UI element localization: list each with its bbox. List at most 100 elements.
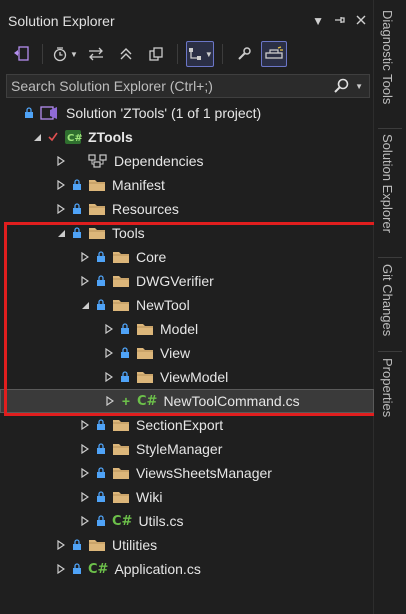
lock-icon: [97, 467, 105, 478]
tree-item[interactable]: Resources: [0, 197, 374, 221]
expand-toggle[interactable]: [104, 324, 114, 334]
tree-item-icon: [112, 490, 130, 504]
switch-views-icon: [14, 46, 29, 61]
expand-toggle[interactable]: [80, 252, 90, 262]
collapse-toggle[interactable]: [80, 300, 90, 310]
pending-changes-filter-button[interactable]: ▼: [51, 41, 79, 67]
tree-item[interactable]: C# ZTools: [0, 125, 374, 149]
lock-icon: [25, 107, 33, 118]
tree-item[interactable]: Wiki: [0, 485, 374, 509]
collapse-toggle[interactable]: [32, 132, 42, 142]
show-all-files-button[interactable]: [143, 41, 169, 67]
csharp-project-icon: C#: [65, 130, 82, 144]
tab-diagnostic-tools[interactable]: Diagnostic Tools: [380, 10, 395, 104]
folder-icon: [137, 372, 153, 383]
tree-item-icon: [112, 442, 130, 456]
search-options-chevron-icon[interactable]: ▼: [355, 82, 363, 91]
preview-icon: [265, 46, 283, 59]
side-tab-strip: Diagnostic Tools Solution Explorer Git C…: [374, 0, 406, 614]
tab-solution-explorer[interactable]: Solution Explorer: [380, 134, 395, 233]
tree-item[interactable]: View: [0, 341, 374, 365]
tree-item[interactable]: DWGVerifier: [0, 269, 374, 293]
tree-item[interactable]: Solution 'ZTools' (1 of 1 project): [0, 101, 374, 125]
sync-with-active-document-button[interactable]: [83, 41, 109, 67]
tree-item-label: NewTool: [136, 297, 190, 313]
folder-icon: [113, 492, 129, 503]
tree-item[interactable]: C# Utils.cs: [0, 509, 374, 533]
tree-item[interactable]: ViewsSheetsManager: [0, 461, 374, 485]
solution-explorer-panel: Solution Explorer ▼ ▼ ▼ Search Solution …: [0, 0, 374, 614]
tree-item-icon: [40, 105, 60, 121]
tree-item-icon: [88, 154, 108, 168]
panel-title: Solution Explorer: [8, 13, 115, 29]
source-control-status: [118, 323, 132, 335]
source-control-status: [94, 443, 108, 455]
expand-toggle[interactable]: [80, 516, 90, 526]
tree-item[interactable]: + C# NewToolCommand.cs: [0, 389, 374, 413]
expand-toggle[interactable]: [104, 372, 114, 382]
expand-toggle[interactable]: [56, 204, 66, 214]
tree-item-label: Core: [136, 249, 167, 265]
tree-item-label: Dependencies: [114, 153, 204, 169]
search-input[interactable]: Search Solution Explorer (Ctrl+;): [7, 78, 333, 94]
track-active-item-button[interactable]: ▼: [185, 41, 214, 67]
properties-button[interactable]: [231, 41, 257, 67]
source-control-status: [94, 299, 108, 311]
tree-item[interactable]: Manifest: [0, 173, 374, 197]
chevron-down-icon[interactable]: ▼: [70, 50, 78, 59]
expand-toggle[interactable]: [56, 180, 66, 190]
tree-item[interactable]: SectionExport: [0, 413, 374, 437]
chevron-down-icon[interactable]: ▼: [205, 50, 213, 59]
switch-views-button[interactable]: [8, 41, 34, 67]
folder-icon: [113, 276, 129, 287]
tree-item[interactable]: Dependencies: [0, 149, 374, 173]
tree-item[interactable]: Model: [0, 317, 374, 341]
expand-toggle[interactable]: [104, 348, 114, 358]
folder-icon: [89, 180, 105, 191]
lock-icon: [73, 179, 81, 190]
expand-toggle[interactable]: [56, 540, 66, 550]
tree-item-label: Resources: [112, 201, 179, 217]
lock-icon: [121, 347, 129, 358]
tree-item[interactable]: NewTool: [0, 293, 374, 317]
tree-item[interactable]: Utilities: [0, 533, 374, 557]
tree-item-icon: [112, 298, 130, 312]
solution-icon: [40, 106, 57, 120]
preview-selected-items-button[interactable]: [260, 41, 287, 67]
expand-arrow-icon: [81, 468, 89, 478]
collapse-toggle[interactable]: [56, 228, 66, 238]
csharp-file-icon: C#: [112, 513, 133, 529]
window-position-dropdown-icon[interactable]: ▼: [312, 15, 324, 27]
search-icon[interactable]: [333, 78, 349, 94]
tree-item-label: ViewModel: [160, 369, 229, 385]
pin-icon[interactable]: [334, 14, 346, 28]
expand-toggle[interactable]: [56, 564, 66, 574]
expand-toggle[interactable]: [80, 444, 90, 454]
tree-item[interactable]: Core: [0, 245, 374, 269]
tab-git-changes[interactable]: Git Changes: [380, 264, 395, 336]
expand-arrow-icon: [57, 564, 65, 574]
tree-item[interactable]: C# Application.cs: [0, 557, 374, 581]
tree-item-icon: C#: [112, 514, 132, 529]
expand-toggle[interactable]: [105, 396, 115, 406]
tree-item-label: SectionExport: [136, 417, 224, 433]
tree-item[interactable]: Tools: [0, 221, 374, 245]
tree-item-label: Utilities: [112, 537, 158, 553]
dependencies-icon: [88, 154, 107, 168]
tree-item[interactable]: ViewModel: [0, 365, 374, 389]
expand-toggle[interactable]: [80, 492, 90, 502]
wrench-icon: [238, 47, 251, 60]
expand-toggle[interactable]: [80, 468, 90, 478]
lock-icon: [121, 323, 129, 334]
tab-properties[interactable]: Properties: [380, 358, 395, 417]
search-box[interactable]: Search Solution Explorer (Ctrl+;) ▼: [6, 74, 370, 98]
collapse-all-button[interactable]: [113, 41, 139, 67]
expand-toggle[interactable]: [80, 420, 90, 430]
close-icon[interactable]: [356, 15, 366, 27]
expand-toggle[interactable]: [80, 276, 90, 286]
tree-item[interactable]: StyleManager: [0, 437, 374, 461]
lock-icon: [73, 563, 81, 574]
source-control-status: [94, 467, 108, 479]
tree-item-label: Manifest: [112, 177, 165, 193]
expand-toggle[interactable]: [56, 156, 66, 166]
